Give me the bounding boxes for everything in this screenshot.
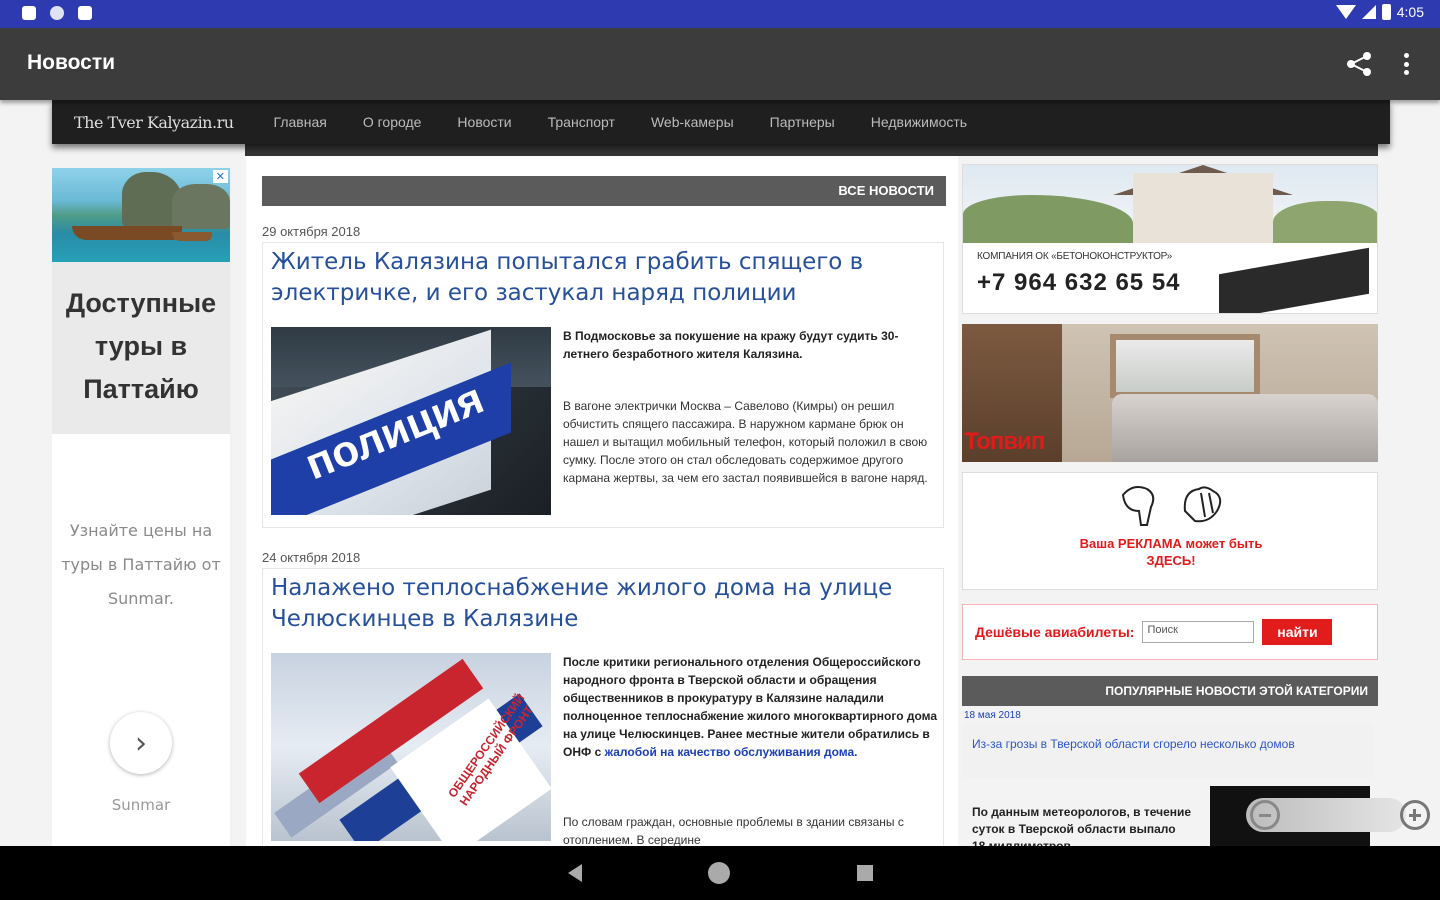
ad-placeholder-text: Ваша РЕКЛАМА может быть ЗДЕСЬ! bbox=[1079, 536, 1263, 568]
share-icon[interactable] bbox=[1344, 50, 1374, 78]
zoom-controls bbox=[1210, 786, 1406, 846]
flight-search-widget: Дешёвые авиабилеты: Поиск найти bbox=[962, 604, 1378, 660]
sd-card-icon bbox=[78, 6, 92, 20]
ad-image[interactable]: ✕ bbox=[52, 168, 230, 262]
article-headline[interactable]: Житель Калязина попытался грабить спящег… bbox=[271, 247, 911, 309]
article-card[interactable]: Житель Калязина попытался грабить спящег… bbox=[262, 242, 944, 528]
article-card[interactable]: Налажено теплоснабжение жилого дома на у… bbox=[262, 568, 944, 846]
app-bar: Новости bbox=[0, 28, 1440, 100]
overflow-menu-icon[interactable] bbox=[1394, 50, 1418, 78]
nav-item-home[interactable]: Главная bbox=[256, 114, 345, 130]
status-bar: 4:05 bbox=[0, 0, 1440, 28]
complaint-link[interactable]: жалобой на качество обслуживания дома. bbox=[605, 745, 858, 759]
sync-icon bbox=[50, 6, 64, 20]
ad-phone: +7 964 632 65 54 bbox=[977, 269, 1181, 296]
ad-description: Узнайте цены на туры в Паттайю от Sunmar… bbox=[61, 521, 221, 608]
ad-next-arrow-icon[interactable]: › bbox=[110, 712, 172, 774]
nav-item-real-estate[interactable]: Недвижимость bbox=[853, 114, 985, 130]
nav-item-transport[interactable]: Транспорт bbox=[530, 114, 633, 130]
news-column: ВСЕ НОВОСТИ 29 октября 2018 Житель Каляз… bbox=[246, 156, 958, 846]
your-ad-here-banner[interactable]: Ваша РЕКЛАМА может быть ЗДЕСЬ! bbox=[962, 472, 1378, 590]
zoom-in-icon[interactable] bbox=[1400, 800, 1430, 830]
left-ad[interactable]: ✕ Доступные туры в Паттайю Узнайте цены … bbox=[52, 168, 232, 846]
app-title: Новости bbox=[27, 51, 116, 74]
site-nav: The Tver Kalyazin.ru Главная О городе Но… bbox=[52, 100, 1390, 144]
popular-news-excerpt: По данным метеорологов, в течение суток … bbox=[972, 805, 1192, 846]
nav-shadow-bar bbox=[245, 144, 1378, 156]
webview-page[interactable]: ✕ Доступные туры в Паттайю Узнайте цены … bbox=[0, 100, 1440, 846]
nav-item-partners[interactable]: Партнеры bbox=[752, 114, 853, 130]
notification-icon bbox=[22, 6, 36, 20]
signal-icon bbox=[1361, 5, 1376, 19]
site-logo[interactable]: The Tver Kalyazin.ru bbox=[52, 113, 256, 132]
article-body: В вагоне электрички Москва – Савелово (К… bbox=[563, 399, 928, 485]
zoom-out-icon[interactable] bbox=[1250, 800, 1280, 830]
flight-search-label: Дешёвые авиабилеты: bbox=[975, 624, 1135, 640]
system-nav-bar bbox=[0, 846, 1440, 900]
flight-search-button[interactable]: найти bbox=[1262, 619, 1333, 645]
right-column: КОМПАНИЯ ОК «БЕТОНОКОНСТРУКТОР» +7 964 6… bbox=[962, 164, 1406, 846]
article-headline[interactable]: Налажено теплоснабжение жилого дома на у… bbox=[271, 573, 911, 635]
pointing-hands-icon bbox=[1121, 486, 1222, 526]
article-image[interactable]: ОБЩЕРОССИЙСКИЙ НАРОДНЫЙ ФРОНТ bbox=[271, 653, 551, 841]
article-image[interactable]: полиция bbox=[271, 327, 551, 515]
article-date: 29 октября 2018 bbox=[262, 224, 361, 239]
all-news-link[interactable]: ВСЕ НОВОСТИ bbox=[262, 176, 946, 206]
popular-news-link[interactable]: Из-за грозы в Тверской области сгорело н… bbox=[962, 724, 1374, 778]
recents-icon[interactable] bbox=[857, 865, 873, 881]
ad-title[interactable]: Доступные туры в Паттайю bbox=[52, 262, 230, 434]
ad-brand: Sunmar bbox=[111, 796, 171, 814]
construction-ad-banner[interactable]: КОМПАНИЯ ОК «БЕТОНОКОНСТРУКТОР» +7 964 6… bbox=[962, 164, 1378, 314]
flight-search-input[interactable]: Поиск bbox=[1142, 621, 1255, 643]
nav-item-about-city[interactable]: О городе bbox=[345, 114, 440, 130]
article-lead: После критики регионального отделения Об… bbox=[563, 655, 938, 759]
ad-close-icon[interactable]: ✕ bbox=[212, 170, 228, 183]
popular-news-header: ПОПУЛЯРНЫЕ НОВОСТИ ЭТОЙ КАТЕГОРИИ bbox=[962, 676, 1378, 706]
nav-item-webcams[interactable]: Web-камеры bbox=[633, 114, 752, 130]
home-icon[interactable] bbox=[708, 862, 730, 884]
interior-ad-banner[interactable]: Топвип bbox=[962, 324, 1378, 462]
ad-company: КОМПАНИЯ ОК «БЕТОНОКОНСТРУКТОР» bbox=[977, 251, 1172, 262]
back-icon[interactable] bbox=[568, 864, 582, 882]
nav-item-news[interactable]: Новости bbox=[439, 114, 529, 130]
article-body: По словам граждан, основные проблемы в з… bbox=[563, 815, 904, 846]
ad-logo: Топвип bbox=[964, 428, 1045, 455]
article-lead: В Подмосковье за покушение на кражу буду… bbox=[563, 329, 899, 361]
wifi-icon bbox=[1335, 5, 1356, 19]
notification-icons bbox=[22, 6, 92, 20]
clock: 4:05 bbox=[1396, 4, 1424, 20]
article-date: 24 октября 2018 bbox=[262, 550, 361, 565]
popular-news-date: 18 мая 2018 bbox=[964, 710, 1021, 721]
battery-icon bbox=[1381, 4, 1391, 20]
